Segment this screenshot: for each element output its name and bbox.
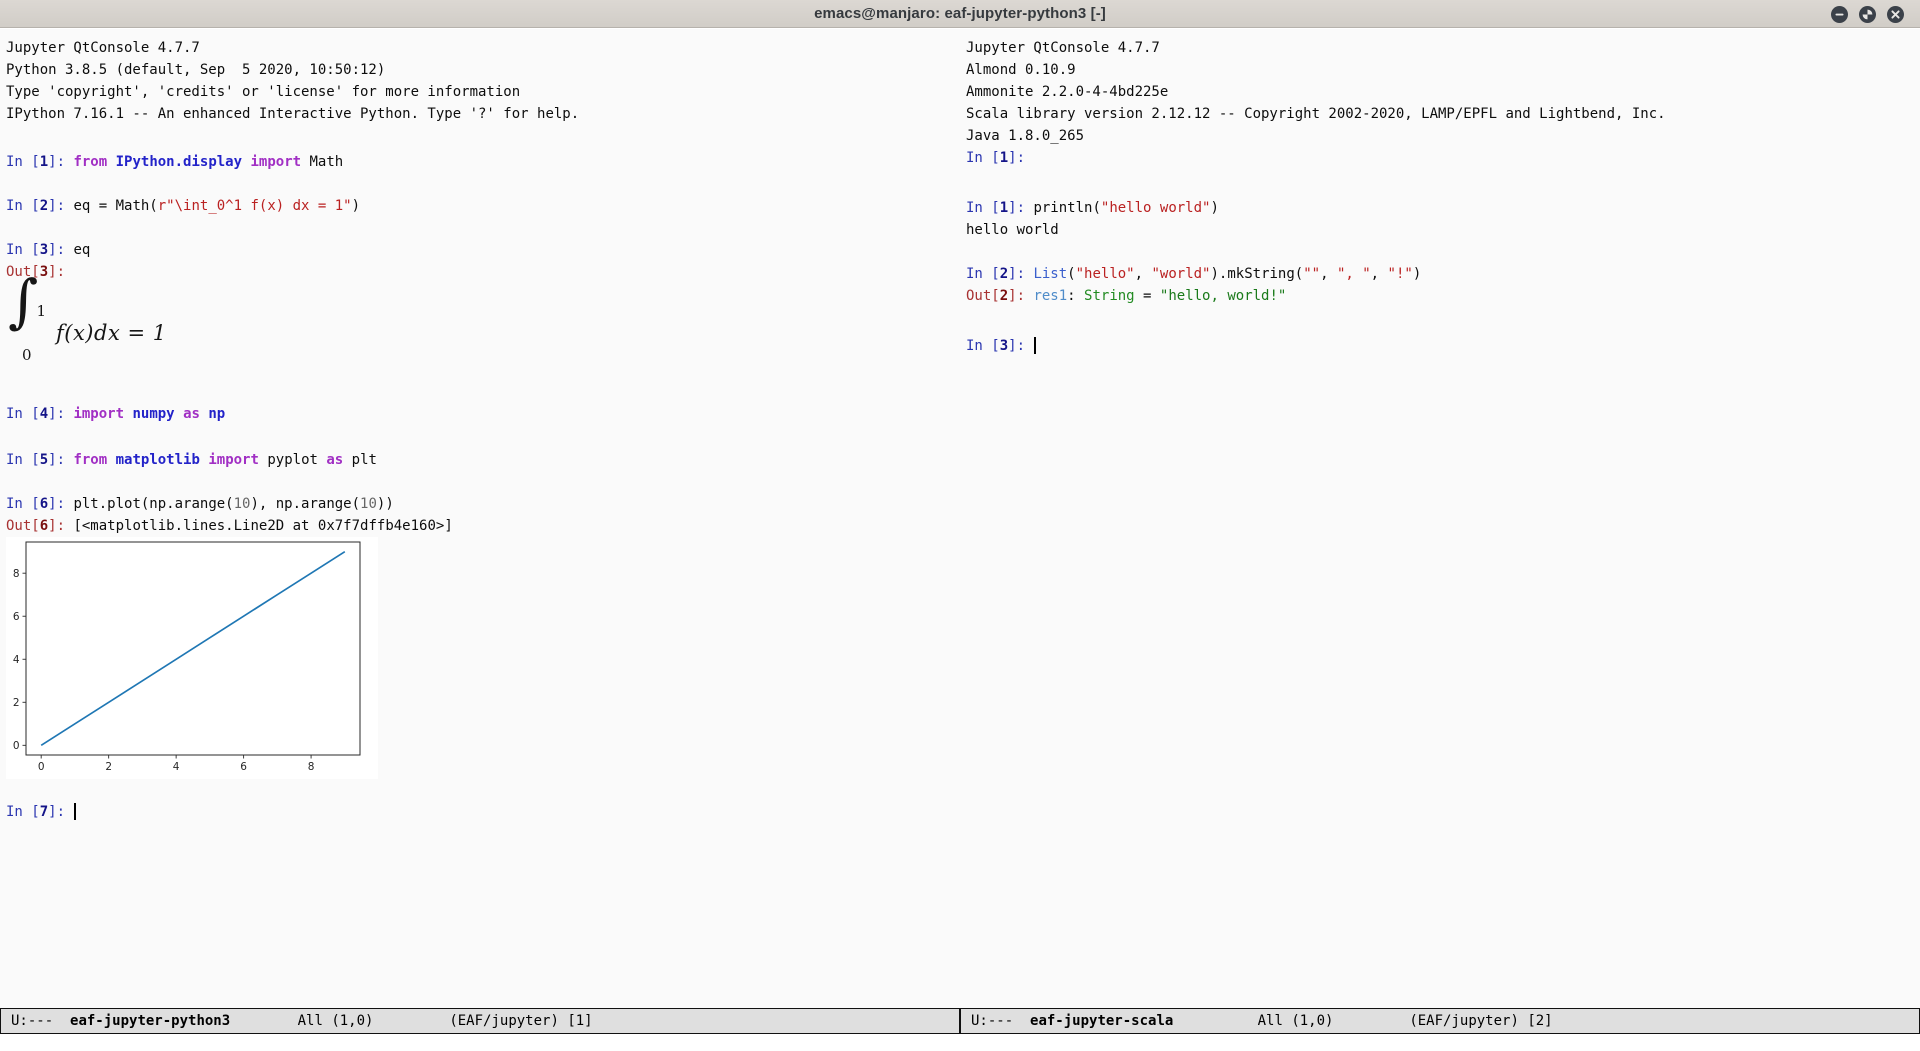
integral-sign: ∫ [8,290,38,312]
svg-text:4: 4 [13,654,20,666]
window-title: emacs@manjaro: eaf-jupyter-python3 [-] [814,5,1106,22]
console-line: In [1]: from IPython.display import Math [6,151,960,173]
svg-text:0: 0 [13,740,20,752]
svg-text:8: 8 [13,568,20,580]
console-line: Scala library version 2.12.12 -- Copyrig… [966,103,1920,125]
console-line: Ammonite 2.2.0-4-4bd225e [966,81,1920,103]
equation-body: f(x)dx = 1 [56,322,167,344]
modeline-prefix: U:--- [11,1013,70,1029]
modelines: U:--- eaf-jupyter-python3 All (1,0) (EAF… [0,1008,1920,1034]
svg-text:8: 8 [308,761,315,773]
console-line: Out[6]: [<matplotlib.lines.Line2D at 0x7… [6,515,960,537]
integral-upper-limit: 1 [36,300,46,322]
console-line: In [3]: eq [6,239,960,261]
latex-equation: ∫10f(x)dx = 1 [8,299,960,367]
console-line: Python 3.8.5 (default, Sep 5 2020, 10:50… [6,59,960,81]
integral-lower-limit: 0 [22,344,32,366]
console-pane-scala[interactable]: Jupyter QtConsole 4.7.7Almond 0.10.9Ammo… [960,29,1920,1008]
console-line: In [1]: [966,147,1920,169]
console-line: IPython 7.16.1 -- An enhanced Interactiv… [6,103,960,125]
console-line: Jupyter QtConsole 4.7.7 [966,37,1920,59]
modeline-position: All (1,0) [1173,1013,1333,1029]
svg-text:6: 6 [240,761,247,773]
titlebar[interactable]: emacs@manjaro: eaf-jupyter-python3 [-] [0,0,1920,28]
console-line: In [2]: List("hello", "world").mkString(… [966,263,1920,285]
modeline-prefix: U:--- [971,1013,1030,1029]
modeline-mode: (EAF/jupyter) [1] [373,1013,592,1029]
modeline-eaf-jupyter-scala: U:--- eaf-jupyter-scala All (1,0) (EAF/j… [960,1008,1920,1034]
console-line: In [4]: import numpy as np [6,403,960,425]
close-icon [1887,6,1904,23]
close-button[interactable] [1887,6,1904,23]
svg-text:6: 6 [13,611,20,623]
console-line: Java 1.8.0_265 [966,125,1920,147]
maximize-button[interactable] [1859,6,1876,23]
console-line: Jupyter QtConsole 4.7.7 [6,37,960,59]
modeline-eaf-jupyter-python3: U:--- eaf-jupyter-python3 All (1,0) (EAF… [0,1008,960,1034]
svg-text:0: 0 [38,761,45,773]
modeline-mode: (EAF/jupyter) [2] [1333,1013,1552,1029]
console-line: In [1]: println("hello world") [966,197,1920,219]
svg-text:2: 2 [13,697,20,709]
console-line: hello world [966,219,1920,241]
console-line: Out[2]: res1: String = "hello, world!" [966,285,1920,307]
console-line: Type 'copyright', 'credits' or 'license'… [6,81,960,103]
minimize-button[interactable] [1831,6,1848,23]
console-line: In [7]: [6,801,960,823]
modeline-buffer-name: eaf-jupyter-python3 [70,1013,230,1029]
window-controls [1831,0,1904,28]
modeline-position: All (1,0) [230,1013,373,1029]
console-line: In [5]: from matplotlib import pyplot as… [6,449,960,471]
console-line: Almond 0.10.9 [966,59,1920,81]
console-line: In [6]: plt.plot(np.arange(10), np.arang… [6,493,960,515]
svg-text:4: 4 [173,761,180,773]
modeline-buffer-name: eaf-jupyter-scala [1030,1013,1173,1029]
console-line: Out[3]: [6,261,960,283]
echo-area [0,1034,1920,1051]
console-line: In [3]: [966,335,1920,357]
matplotlib-plot: 0 2 4 6 8 0 2 4 6 8 [6,537,378,779]
console-pane-python[interactable]: Jupyter QtConsole 4.7.7Python 3.8.5 (def… [0,29,960,1008]
svg-text:2: 2 [105,761,112,773]
maximize-icon [1859,6,1876,23]
minimize-icon [1831,6,1848,23]
text-cursor [74,803,76,820]
text-cursor [1034,337,1036,354]
console-line: In [2]: eq = Math(r"\int_0^1 f(x) dx = 1… [6,195,960,217]
